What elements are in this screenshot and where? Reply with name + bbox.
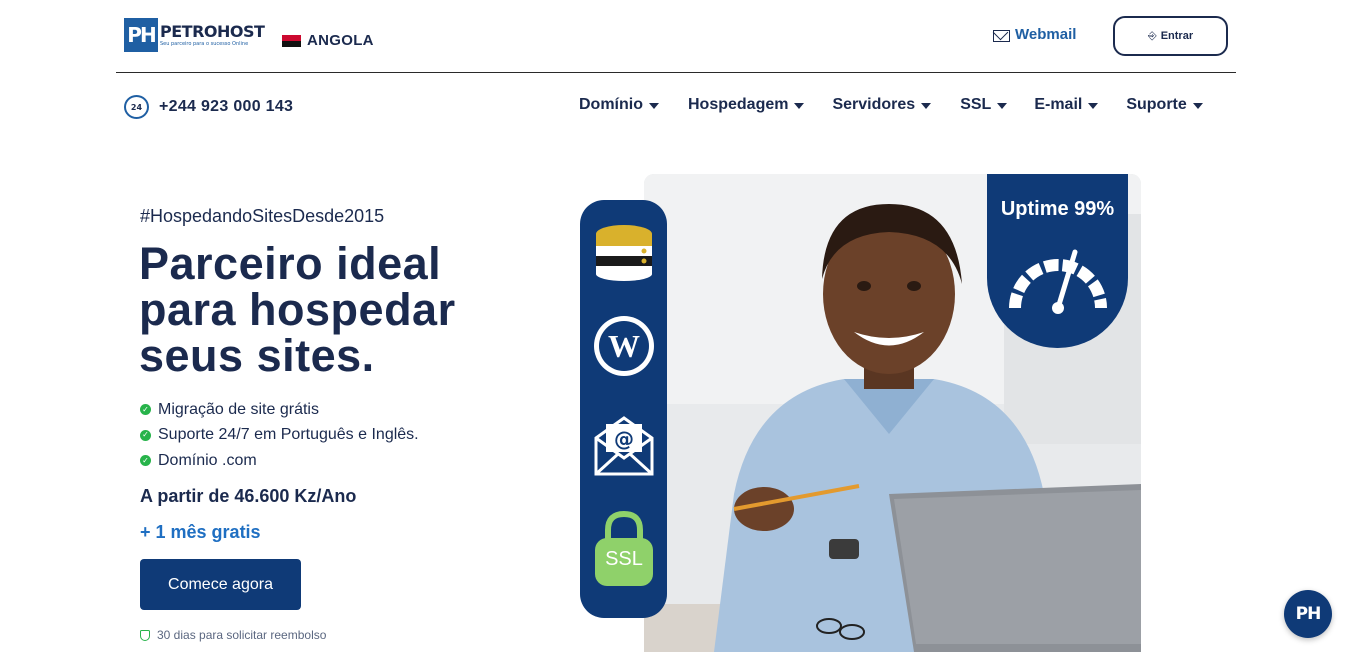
speedometer-icon	[1009, 249, 1107, 314]
wordpress-icon: W	[594, 316, 654, 376]
login-icon: ⎆	[1147, 29, 1157, 42]
feature-text: Migração de site grátis	[158, 400, 319, 418]
logo-tagline: Seu parceiro para o sucesso Online	[160, 41, 249, 47]
logo-text: PETROHOST Seu parceiro para o sucesso On…	[160, 22, 265, 48]
webmail-link[interactable]: Webmail	[993, 26, 1076, 43]
starting-price: A partir de 46.600 Kz/Ano	[140, 486, 357, 506]
nav-label: Hospedagem	[688, 96, 789, 113]
check-icon: ✓	[140, 455, 151, 467]
feature-text: Suporte 24/7 em Português e Inglês.	[158, 426, 419, 444]
refund-note: 30 dias para solicitar reembolso	[140, 628, 326, 642]
top-header: PH PETROHOST Seu parceiro para o sucesso…	[116, 0, 1236, 73]
feature-item: ✓ Suporte 24/7 em Português e Inglês.	[140, 423, 419, 449]
country-selector[interactable]: ANGOLA	[282, 32, 374, 49]
services-icon-rail: W @ SSL	[580, 200, 667, 618]
email-icon: @	[594, 416, 654, 476]
angola-flag-icon	[282, 34, 301, 47]
phone-number: +244 923 000 143	[159, 98, 294, 115]
nav-item-servidores[interactable]: Servidores	[832, 96, 932, 114]
nav-item-suporte[interactable]: Suporte	[1126, 96, 1203, 114]
refund-text: 30 dias para solicitar reembolso	[157, 628, 327, 642]
nav-label: Suporte	[1126, 96, 1187, 113]
country-label: ANGOLA	[307, 32, 374, 49]
hero-hashtag: #HospedandoSitesDesde2015	[140, 206, 385, 226]
caret-down-icon	[794, 103, 805, 109]
shield-icon	[140, 629, 150, 641]
main-nav: Domínio Hospedagem Servidores SSL E-mail…	[579, 96, 1203, 114]
caret-down-icon	[1192, 103, 1203, 109]
support-phone[interactable]: 24 +244 923 000 143	[124, 95, 293, 119]
svg-text:@: @	[614, 427, 634, 451]
svg-text:W: W	[608, 328, 640, 364]
webmail-label: Webmail	[1015, 26, 1077, 43]
uptime-label: Uptime 99%	[1000, 198, 1115, 220]
nav-item-ssl[interactable]: SSL	[960, 96, 1008, 114]
feature-item: ✓ Migração de site grátis	[140, 397, 419, 423]
caret-down-icon	[1088, 103, 1099, 109]
petrohost-logo[interactable]: PH PETROHOST Seu parceiro para o sucesso…	[124, 18, 265, 52]
entrar-label: Entrar	[1160, 30, 1194, 42]
hero-headline: Parceiro ideal para hospedar seus sites.	[139, 238, 456, 381]
nav-label: Servidores	[832, 96, 916, 113]
entrar-button[interactable]: ⎆ Entrar	[1113, 16, 1228, 56]
phone-24h-icon: 24	[124, 95, 149, 119]
check-icon: ✓	[140, 429, 151, 441]
logo-name: PETROHOST	[160, 22, 265, 41]
caret-down-icon	[997, 103, 1008, 109]
nav-item-hospedagem[interactable]: Hospedagem	[688, 96, 805, 114]
feature-list: ✓ Migração de site grátis ✓ Suporte 24/7 e…	[140, 397, 419, 474]
logo-mark: PH	[124, 18, 158, 52]
bonus-offer: + 1 mês gratis	[140, 522, 261, 542]
ssl-label: SSL	[605, 548, 643, 570]
check-icon: ✓	[140, 404, 151, 416]
caret-down-icon	[649, 103, 659, 109]
nav-label: SSL	[960, 96, 992, 113]
caret-down-icon	[921, 103, 932, 109]
chat-widget-button[interactable]: PH	[1284, 590, 1332, 638]
envelope-icon	[993, 29, 1010, 42]
nav-item-dominio[interactable]: Domínio	[579, 96, 659, 114]
nav-label: Domínio	[579, 96, 643, 113]
comece-agora-button[interactable]: Comece agora	[140, 559, 301, 610]
feature-item: ✓ Domínio .com	[140, 448, 419, 474]
uptime-badge: Uptime 99%	[987, 174, 1128, 348]
feature-text: Domínio .com	[158, 451, 257, 469]
nav-item-email[interactable]: E-mail	[1034, 96, 1099, 114]
nav-label: E-mail	[1034, 96, 1083, 113]
database-icon	[596, 225, 652, 281]
